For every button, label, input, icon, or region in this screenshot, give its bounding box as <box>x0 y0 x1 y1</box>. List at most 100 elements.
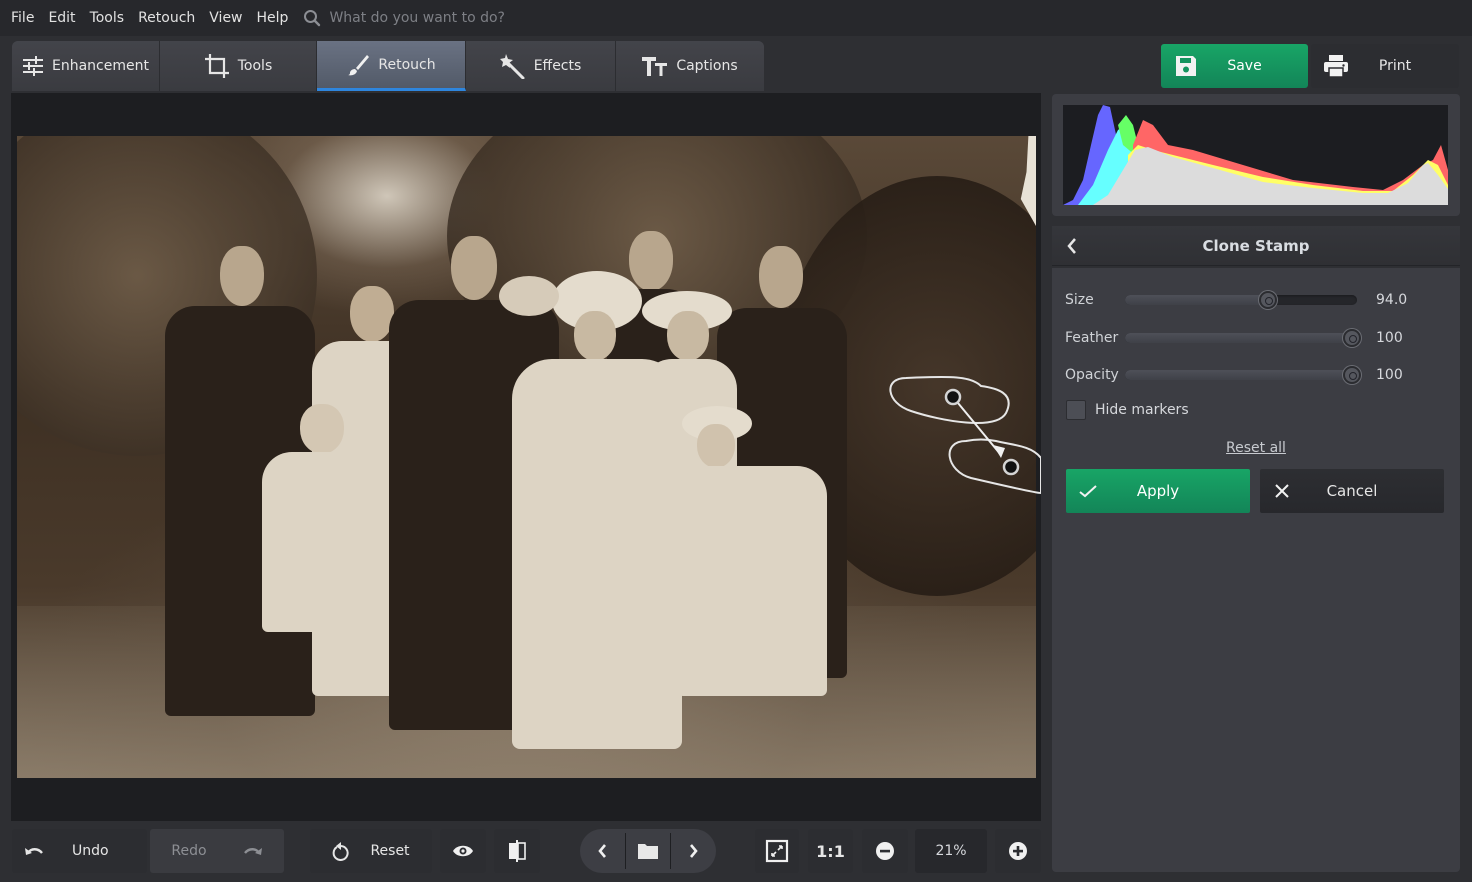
magic-wand-icon <box>499 54 525 79</box>
zoom-value: 21% <box>935 843 967 859</box>
apply-label: Apply <box>1136 482 1180 500</box>
printer-icon <box>1324 55 1348 78</box>
actual-size-label: 1:1 <box>816 841 845 861</box>
save-label: Save <box>1227 58 1262 74</box>
size-slider[interactable] <box>1125 291 1357 309</box>
person <box>677 406 827 746</box>
floppy-disk-icon <box>1176 56 1196 76</box>
tab-label: Captions <box>676 58 738 74</box>
opacity-slider[interactable] <box>1125 366 1361 384</box>
tab-effects[interactable]: Effects <box>466 41 616 91</box>
slider-thumb[interactable] <box>1258 291 1277 309</box>
redo-button[interactable]: Redo <box>150 829 284 873</box>
folder-icon <box>638 844 658 859</box>
apply-button[interactable]: Apply <box>1066 469 1250 513</box>
reset-button[interactable]: Reset <box>310 829 432 873</box>
tab-label: Tools <box>237 58 273 74</box>
opacity-label: Opacity <box>1065 367 1119 383</box>
tool-title: Clone Stamp <box>1202 236 1310 255</box>
hide-markers-row[interactable]: Hide markers <box>1066 400 1189 420</box>
close-icon <box>1275 484 1289 498</box>
preview-button[interactable] <box>440 829 486 873</box>
size-label: Size <box>1065 292 1094 308</box>
feather-slider-row: Feather 100 <box>1065 326 1450 350</box>
fit-to-screen-button[interactable] <box>755 829 799 873</box>
tab-label: Effects <box>533 58 582 74</box>
crop-icon <box>204 54 229 78</box>
opacity-value: 100 <box>1376 367 1403 383</box>
cancel-label: Cancel <box>1326 482 1378 500</box>
tool-panel-header: Clone Stamp <box>1052 226 1460 266</box>
undo-button[interactable]: Undo <box>12 829 147 873</box>
photo-vintage-wedding-group[interactable] <box>17 136 1036 778</box>
image-canvas[interactable] <box>11 93 1041 821</box>
reset-icon <box>333 842 350 861</box>
previous-image-button[interactable] <box>580 829 625 873</box>
tab-tools[interactable]: Tools <box>160 41 317 91</box>
undo-label: Undo <box>72 843 109 859</box>
cancel-button[interactable]: Cancel <box>1260 469 1444 513</box>
feather-slider[interactable] <box>1125 329 1361 347</box>
chevron-left-icon <box>1067 237 1076 254</box>
zoom-out-icon <box>876 842 894 860</box>
tab-label: Retouch <box>378 56 436 73</box>
size-slider-row: Size 94.0 <box>1065 288 1450 312</box>
menu-retouch[interactable]: Retouch <box>131 10 202 26</box>
undo-icon <box>25 848 43 855</box>
clone-stamp-settings: Size 94.0 Feather 100 Opacity 100 Hide m… <box>1052 268 1460 872</box>
menu-edit[interactable]: Edit <box>41 10 82 26</box>
bottom-toolbar: Undo Redo Reset 1:1 21% <box>0 822 1048 882</box>
sliders-icon <box>23 56 44 76</box>
redo-label: Redo <box>171 843 207 859</box>
menu-help[interactable]: Help <box>250 10 296 26</box>
zoom-level[interactable]: 21% <box>915 829 987 873</box>
slider-fill <box>1125 333 1352 343</box>
person <box>262 404 382 744</box>
fit-screen-icon <box>765 839 789 863</box>
slider-thumb[interactable] <box>1343 329 1361 347</box>
tab-captions[interactable]: Captions <box>616 41 764 91</box>
tab-label: Enhancement <box>52 58 149 74</box>
slider-fill <box>1125 370 1352 380</box>
menu-file[interactable]: File <box>4 10 41 26</box>
redo-icon <box>243 848 262 855</box>
compare-icon <box>509 840 526 862</box>
hide-markers-checkbox[interactable] <box>1066 400 1086 420</box>
menu-tools[interactable]: Tools <box>83 10 132 26</box>
zoom-in-icon <box>1009 842 1027 860</box>
chevron-left-icon <box>598 844 607 858</box>
tab-enhancement[interactable]: Enhancement <box>12 41 160 91</box>
histogram-panel <box>1052 94 1460 216</box>
size-value: 94.0 <box>1376 292 1408 308</box>
menu-bar: File Edit Tools Retouch View Help What d… <box>0 0 1472 36</box>
reset-all-link[interactable]: Reset all <box>1226 440 1286 456</box>
zoom-in-button[interactable] <box>995 829 1041 873</box>
feather-label: Feather <box>1065 330 1119 346</box>
reset-label: Reset <box>370 843 410 859</box>
checkmark-icon <box>1079 485 1097 498</box>
command-search[interactable]: What do you want to do? <box>303 9 505 27</box>
eye-icon <box>453 845 473 857</box>
open-folder-button[interactable] <box>626 829 671 873</box>
histogram <box>1063 105 1448 205</box>
feather-value: 100 <box>1376 330 1403 346</box>
zoom-out-button[interactable] <box>862 829 908 873</box>
save-button[interactable]: Save <box>1161 44 1308 88</box>
slider-thumb[interactable] <box>1343 366 1361 384</box>
hide-markers-label: Hide markers <box>1095 402 1189 418</box>
compare-button[interactable] <box>494 829 540 873</box>
opacity-slider-row: Opacity 100 <box>1065 363 1450 387</box>
next-image-button[interactable] <box>671 829 716 873</box>
search-icon <box>304 10 321 27</box>
menu-view[interactable]: View <box>202 10 249 26</box>
brush-icon <box>348 54 370 75</box>
search-placeholder: What do you want to do? <box>329 10 505 26</box>
tab-retouch[interactable]: Retouch <box>317 41 466 91</box>
chevron-right-icon <box>689 844 698 858</box>
actual-size-button[interactable]: 1:1 <box>808 829 853 873</box>
slider-fill <box>1125 295 1268 305</box>
person <box>499 276 559 366</box>
image-navigator <box>580 829 716 873</box>
print-button[interactable]: Print <box>1311 44 1459 88</box>
back-button[interactable] <box>1052 237 1092 255</box>
